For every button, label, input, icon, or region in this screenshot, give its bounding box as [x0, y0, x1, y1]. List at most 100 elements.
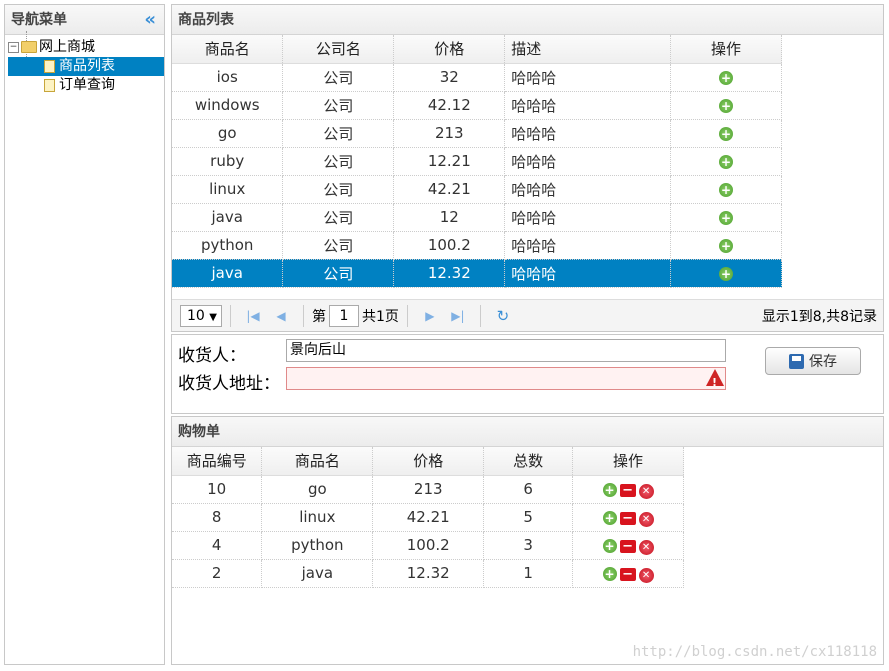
first-page-icon[interactable]: |◀	[243, 309, 263, 323]
cell-name: java	[172, 259, 284, 288]
product-table: 商品名 公司名 价格 描述 操作 ios 公司 32 哈哈哈 + windows…	[172, 35, 782, 288]
table-row[interactable]: 2 java 12.32 1 + − ✕	[172, 559, 684, 588]
remove-icon[interactable]: −	[619, 539, 636, 553]
table-row[interactable]: ruby 公司 12.21 哈哈哈 +	[172, 147, 782, 176]
table-row[interactable]: ios 公司 32 哈哈哈 +	[172, 63, 782, 92]
cell-desc: 哈哈哈	[504, 147, 672, 176]
cell-name: go	[261, 475, 374, 504]
cell-name: windows	[172, 91, 284, 120]
sidebar-item-product-list[interactable]: 商品列表	[8, 57, 164, 76]
receiver-label: 收货人：	[178, 346, 246, 366]
address-label: 收货人地址：	[178, 374, 280, 394]
table-row[interactable]: 8 linux 42.21 5 + − ✕	[172, 503, 684, 532]
table-header-row: 商品编号 商品名 价格 总数 操作	[172, 447, 684, 476]
add-icon[interactable]: +	[719, 127, 734, 141]
page-size-select[interactable]: 10 ▼	[180, 304, 222, 327]
collapse-icon[interactable]: «	[144, 5, 156, 35]
refresh-icon[interactable]: ↻	[493, 307, 513, 325]
add-icon[interactable]: +	[602, 510, 617, 525]
cell-name: ruby	[172, 147, 284, 176]
receiver-input[interactable]: 景向后山	[286, 339, 726, 362]
file-icon	[44, 59, 55, 73]
delete-icon[interactable]: ✕	[638, 567, 654, 583]
cell-count: 1	[483, 559, 574, 588]
column-header[interactable]: 商品名	[172, 35, 284, 64]
order-form: 收货人： 景向后山 收货人地址： ! 保存	[171, 334, 884, 414]
add-icon[interactable]: +	[719, 71, 734, 85]
page-prefix: 第	[312, 308, 326, 325]
dropdown-arrow-icon: ▼	[209, 311, 217, 323]
column-header[interactable]: 价格	[372, 447, 485, 476]
column-header[interactable]: 公司名	[282, 35, 395, 64]
table-row[interactable]: windows 公司 42.12 哈哈哈 +	[172, 91, 782, 120]
pagination-info: 显示1到8,共8记录	[761, 308, 877, 325]
table-row[interactable]: 4 python 100.2 3 + − ✕	[172, 531, 684, 560]
column-header[interactable]: 操作	[572, 447, 684, 476]
remove-icon[interactable]: −	[619, 511, 636, 525]
add-icon[interactable]: +	[719, 239, 734, 253]
next-page-icon[interactable]: ▶	[420, 309, 440, 323]
divider	[230, 304, 231, 327]
remove-icon[interactable]: −	[619, 483, 636, 497]
cell-price: 213	[372, 475, 485, 504]
column-header[interactable]: 操作	[670, 35, 782, 64]
add-icon[interactable]: +	[719, 211, 734, 225]
collapse-node-icon[interactable]: −	[8, 41, 19, 53]
add-icon[interactable]: +	[602, 566, 617, 581]
table-row[interactable]: java 公司 12 哈哈哈 +	[172, 203, 782, 232]
cart-header: 购物单	[172, 417, 883, 447]
delete-icon[interactable]: ✕	[638, 511, 654, 527]
column-header[interactable]: 总数	[483, 447, 574, 476]
save-icon	[789, 353, 804, 369]
add-icon[interactable]: +	[602, 538, 617, 553]
prev-page-icon[interactable]: ◀	[271, 309, 291, 323]
table-header-row: 商品名 公司名 价格 描述 操作	[172, 35, 782, 64]
cell-id: 4	[172, 531, 263, 560]
add-icon[interactable]: +	[719, 183, 734, 197]
nav-panel: 导航菜单 « − 网上商城 商品列表 订单查询	[4, 4, 165, 665]
cell-name: go	[172, 119, 284, 148]
delete-icon[interactable]: ✕	[638, 483, 654, 499]
cell-action: + − ✕	[572, 503, 684, 532]
add-icon[interactable]: +	[602, 482, 617, 497]
save-label: 保存	[809, 354, 837, 370]
sidebar-item-label: 商品列表	[59, 58, 115, 74]
cell-company: 公司	[282, 203, 395, 232]
save-button[interactable]: 保存	[765, 347, 861, 375]
tree-node-root[interactable]: − 网上商城	[8, 38, 164, 57]
cell-action: +	[670, 231, 782, 260]
page-number-input[interactable]: 1	[329, 304, 359, 327]
column-header[interactable]: 商品编号	[172, 447, 263, 476]
add-icon[interactable]: +	[719, 267, 734, 281]
cell-count: 3	[483, 531, 574, 560]
cart-panel: 购物单 商品编号 商品名 价格 总数 操作 10 go 213 6 + − ✕ 8 …	[171, 416, 884, 665]
cell-desc: 哈哈哈	[504, 203, 672, 232]
last-page-icon[interactable]: ▶|	[448, 309, 468, 323]
table-row[interactable]: go 公司 213 哈哈哈 +	[172, 119, 782, 148]
cell-price: 12.21	[393, 147, 506, 176]
folder-icon	[21, 41, 37, 53]
table-row[interactable]: 10 go 213 6 + − ✕	[172, 475, 684, 504]
table-row-selected[interactable]: java 公司 12.32 哈哈哈 +	[172, 259, 782, 288]
add-icon[interactable]: +	[719, 155, 734, 169]
add-icon[interactable]: +	[719, 99, 734, 113]
column-header[interactable]: 描述	[504, 35, 672, 64]
cell-id: 8	[172, 503, 263, 532]
address-input[interactable]: !	[286, 367, 726, 390]
table-row[interactable]: linux 公司 42.21 哈哈哈 +	[172, 175, 782, 204]
remove-icon[interactable]: −	[619, 567, 636, 581]
delete-icon[interactable]: ✕	[638, 539, 654, 555]
cell-name: python	[261, 531, 374, 560]
cell-desc: 哈哈哈	[504, 231, 672, 260]
column-header[interactable]: 价格	[393, 35, 506, 64]
column-header[interactable]: 商品名	[261, 447, 374, 476]
sidebar-item-order-query[interactable]: 订单查询	[8, 76, 164, 95]
cell-name: linux	[261, 503, 374, 532]
cell-price: 100.2	[393, 231, 506, 260]
cell-price: 100.2	[372, 531, 485, 560]
cell-action: + − ✕	[572, 475, 684, 504]
table-row[interactable]: python 公司 100.2 哈哈哈 +	[172, 231, 782, 260]
sidebar-item-label: 订单查询	[59, 77, 115, 93]
cell-company: 公司	[282, 63, 395, 92]
cell-count: 5	[483, 503, 574, 532]
